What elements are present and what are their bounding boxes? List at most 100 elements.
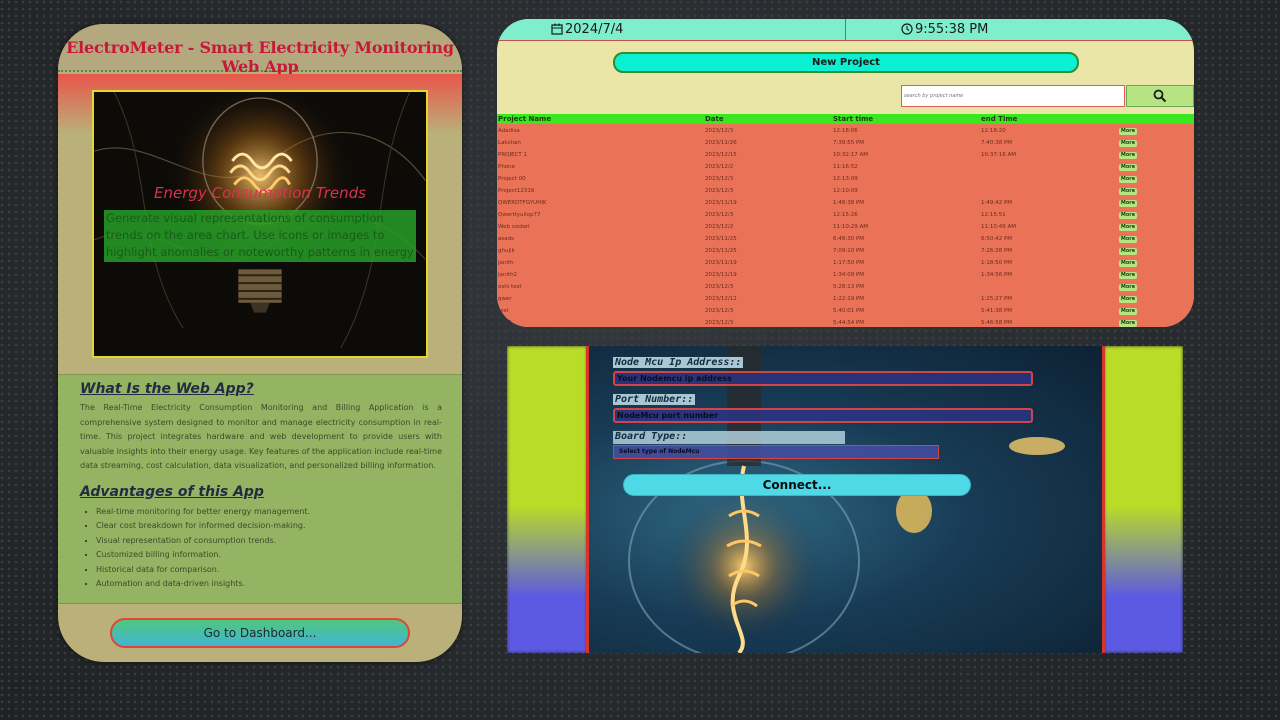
side-strip-right <box>1104 346 1183 653</box>
end-time-cell: 7:26:28 PM <box>981 248 1013 254</box>
more-button[interactable]: More <box>1119 272 1137 279</box>
app-header: ElectroMeter - Smart Electricity Monitor… <box>58 24 462 76</box>
more-button[interactable]: More <box>1119 296 1137 303</box>
end-time-cell: 1:18:50 PM <box>981 260 1013 266</box>
start-time-cell: 5:28:13 PM <box>833 284 865 290</box>
project-name-cell: QWERDTFGYUHIK <box>498 200 547 206</box>
project-name-cell: Qwerttyuiiop77 <box>498 212 541 218</box>
date-cell: 2023/11/19 <box>705 260 737 266</box>
date-cell: 2023/11/25 <box>705 248 737 254</box>
project-name-cell: asads <box>498 236 514 242</box>
table-row: Project 00 2023/12/3 12:13:09 More <box>497 174 1194 186</box>
date-cell: 2023/12/3 <box>705 320 734 326</box>
table-row: Web socket 2023/12/2 11:10:29 AM 11:10:49 A… <box>497 222 1194 234</box>
trend-title: Energy Consumption Trends <box>154 184 366 202</box>
end-time-cell: 5:46:58 PM <box>981 320 1013 326</box>
start-time-cell: 12:10:09 <box>833 188 858 194</box>
ip-label: Node Mcu Ip Address:: <box>613 357 744 368</box>
start-time-cell: 7:39:55 PM <box>833 140 865 146</box>
project-name-cell: Project 00 <box>498 176 526 182</box>
start-time-cell: 12:13:09 <box>833 176 858 182</box>
more-button[interactable]: More <box>1119 188 1137 195</box>
date-cell: 2023/12/12 <box>705 296 737 302</box>
table-row: Project12316 2023/12/3 12:10:09 More <box>497 186 1194 198</box>
project-name-cell: Web socket <box>498 224 530 230</box>
table-row: Qwerttyuiiop77 2023/12/3 12:15:26 12:15:51 M… <box>497 210 1194 222</box>
calendar-icon <box>551 23 563 35</box>
more-button[interactable]: More <box>1119 248 1137 255</box>
about-text: The Real-Time Electricity Consumption Mo… <box>80 403 442 470</box>
project-name-cell: oshi test <box>498 284 522 290</box>
more-button[interactable]: More <box>1119 128 1137 135</box>
date-cell: 2023/12/2 <box>705 164 734 170</box>
more-button[interactable]: More <box>1119 308 1137 315</box>
start-time-cell: 11:16:52 <box>833 164 858 170</box>
port-label: Port Number:: <box>613 394 696 405</box>
column-header: Project Name <box>498 115 552 123</box>
port-number-input[interactable] <box>613 408 1033 423</box>
date-text: 2024/7/4 <box>565 22 624 37</box>
end-time-cell: 7:40:38 PM <box>981 140 1013 146</box>
date-cell: 2023/12/3 <box>705 128 734 134</box>
start-time-cell: 12:18:06 <box>833 128 858 134</box>
date-cell: 2023/11/19 <box>705 272 737 278</box>
connection-form: Node Mcu Ip Address:: Port Number:: Boar… <box>586 346 1105 653</box>
date-cell: 2023/12/15 <box>705 152 737 158</box>
table-row: test 2023/12/3 5:40:01 PM 5:41:38 PM More <box>497 306 1194 318</box>
project-name-cell: ghujik <box>498 248 515 254</box>
more-button[interactable]: More <box>1119 320 1137 327</box>
search-icon <box>1153 89 1167 103</box>
column-header: Start time <box>833 115 874 123</box>
project-name-cell: qwer <box>498 296 512 302</box>
more-button[interactable]: More <box>1119 176 1137 183</box>
search-input[interactable] <box>901 85 1125 107</box>
start-time-cell: 1:17:50 PM <box>833 260 865 266</box>
table-row: QWERDTFGYUHIK 2023/11/19 1:48:38 PM 1:49:42… <box>497 198 1194 210</box>
end-time-cell: 12:15:51 <box>981 212 1006 218</box>
board-type-select[interactable]: Select type of NodeMcu <box>613 445 939 459</box>
more-button[interactable]: More <box>1119 284 1137 291</box>
project-name-cell: Lakshan <box>498 140 521 146</box>
list-item: Visual representation of consumption tre… <box>96 534 442 549</box>
ip-address-input[interactable] <box>613 371 1033 386</box>
clock-icon <box>901 23 913 35</box>
table-row: oshi test 2023/12/3 5:28:13 PM More <box>497 282 1194 294</box>
start-time-cell: 6:48:30 PM <box>833 236 865 242</box>
end-time-cell: 1:49:42 PM <box>981 200 1013 206</box>
date-time-bar: 2024/7/4 9:55:38 PM <box>497 19 1194 41</box>
list-item: Real-time monitoring for better energy m… <box>96 505 442 520</box>
more-button[interactable]: More <box>1119 152 1137 159</box>
more-button[interactable]: More <box>1119 140 1137 147</box>
more-button[interactable]: More <box>1119 200 1137 207</box>
project-name-cell: Project12316 <box>498 188 535 194</box>
table-row: Lakshan 2023/11/26 7:39:55 PM 7:40:38 PM Mor… <box>497 138 1194 150</box>
end-time-cell: 6:50:42 PM <box>981 236 1013 242</box>
table-row: janith 2023/11/19 1:17:50 PM 1:18:50 PM More <box>497 258 1194 270</box>
start-time-cell: 5:44:54 PM <box>833 320 865 326</box>
more-button[interactable]: More <box>1119 164 1137 171</box>
project-name-cell: janith2 <box>498 272 518 278</box>
project-name-cell: PROJECT 1 <box>498 152 528 158</box>
start-time-cell: 1:48:38 PM <box>833 200 865 206</box>
more-button[interactable]: More <box>1119 236 1137 243</box>
table-header: Project Name Date Start time end Time <box>497 114 1194 124</box>
search-button[interactable] <box>1126 85 1194 107</box>
more-button[interactable]: More <box>1119 260 1137 267</box>
end-time-cell: 10:37:16 AM <box>981 152 1016 158</box>
date-cell: 2023/11/25 <box>705 236 737 242</box>
table-row: janith2 2023/11/19 1:34:09 PM 1:34:56 PM Mor… <box>497 270 1194 282</box>
new-project-button[interactable]: New Project <box>613 52 1079 73</box>
table-row: asads 2023/11/25 6:48:30 PM 6:50:42 PM More <box>497 234 1194 246</box>
list-item: Automation and data-driven insights. <box>96 577 442 592</box>
more-button[interactable]: More <box>1119 212 1137 219</box>
connect-button[interactable]: Connect... <box>623 474 971 496</box>
date-cell: 2023/12/3 <box>705 308 734 314</box>
date-display: 2024/7/4 <box>551 22 623 37</box>
go-to-dashboard-button[interactable]: Go to Dashboard... <box>110 618 410 648</box>
app-title: ElectroMeter - Smart Electricity Monitor… <box>66 38 454 76</box>
table-row: PROJECT 1 2023/12/15 10:32:17 AM 10:37:16 A… <box>497 150 1194 162</box>
project-name-cell: Phone <box>498 164 516 170</box>
more-button[interactable]: More <box>1119 224 1137 231</box>
table-row: test1 2023/12/3 5:44:54 PM 5:46:58 PM More <box>497 318 1194 327</box>
start-time-cell: 1:34:09 PM <box>833 272 865 278</box>
